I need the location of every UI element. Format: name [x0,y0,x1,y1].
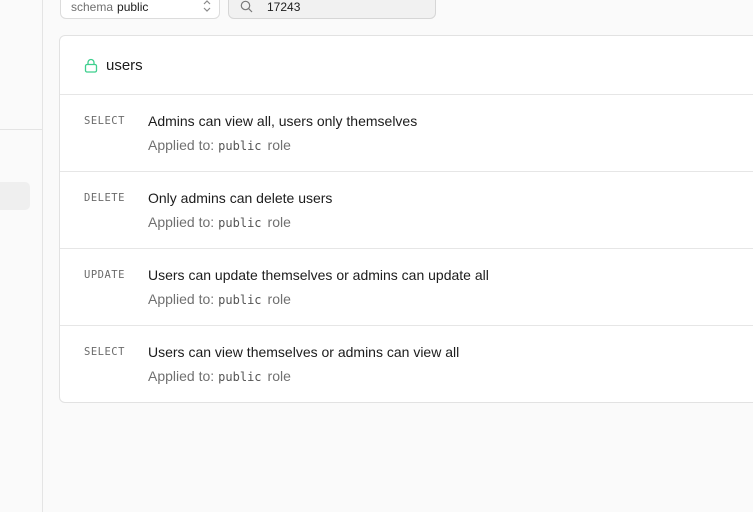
chevrons-up-down-icon [203,0,211,12]
policy-name: Users can update themselves or admins ca… [148,267,489,283]
policy-row[interactable]: SELECT Users can view themselves or admi… [60,326,753,402]
policy-applied-to: Applied to: public role [148,137,291,153]
sidebar-divider [0,129,42,130]
policy-name: Only admins can delete users [148,190,333,206]
policy-command: SELECT [84,346,125,358]
role-suffix: role [267,214,291,230]
role-suffix: role [267,137,291,153]
applied-prefix: Applied to: [148,368,215,384]
role-suffix: role [267,291,291,307]
policy-role: public [218,216,262,230]
schema-selector-label: schema [71,0,114,14]
applied-prefix: Applied to: [148,214,215,230]
schema-selector[interactable]: schema public [60,0,220,19]
sidebar [0,0,43,512]
policy-search[interactable] [228,0,436,19]
lock-icon [84,58,98,73]
policy-command: UPDATE [84,269,125,281]
role-suffix: role [267,368,291,384]
policy-command: SELECT [84,115,125,127]
policy-role: public [218,139,262,153]
policy-row[interactable]: DELETE Only admins can delete users Appl… [60,172,753,249]
schema-selector-value: public [117,0,149,14]
table-policies-card: users SELECT Admins can view all, users … [59,35,753,403]
sidebar-item-active[interactable] [0,182,30,210]
policy-row[interactable]: SELECT Admins can view all, users only t… [60,95,753,172]
policy-applied-to: Applied to: public role [148,368,291,384]
table-header: users [60,36,753,95]
policy-command: DELETE [84,192,125,204]
applied-prefix: Applied to: [148,291,215,307]
applied-prefix: Applied to: [148,137,215,153]
search-input[interactable] [267,0,417,14]
policy-applied-to: Applied to: public role [148,291,291,307]
policy-applied-to: Applied to: public role [148,214,291,230]
policy-name: Users can view themselves or admins can … [148,344,460,360]
policy-row[interactable]: UPDATE Users can update themselves or ad… [60,249,753,326]
search-icon [240,0,253,13]
policy-name: Admins can view all, users only themselv… [148,113,418,129]
table-name: users [106,56,143,74]
policy-role: public [218,370,262,384]
policy-role: public [218,293,262,307]
